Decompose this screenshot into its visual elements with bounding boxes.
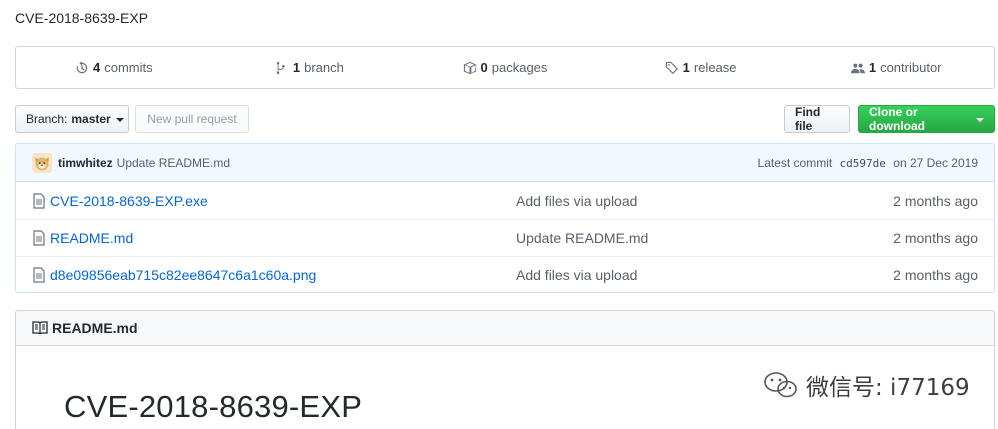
file-icon [33,267,45,283]
caret-down-icon [115,118,124,122]
file-age: 2 months ago [893,267,978,283]
commit-message-link[interactable]: Update README.md [117,156,230,170]
file-name-link[interactable]: d8e09856eab715c82ee8647c6a1c60a.png [50,267,516,283]
readme-title: CVE-2018-8639-EXP [64,389,363,424]
packages-label: packages [491,60,548,75]
readme-filename: README.md [52,320,138,336]
file-age: 2 months ago [893,230,978,246]
branch-name: master [71,112,111,126]
file-icon [33,230,45,246]
table-row: CVE-2018-8639-EXP.exe Add files via uplo… [16,182,994,219]
branches-link[interactable]: 1 branch [212,47,408,88]
releases-count: 1 [682,60,690,75]
tag-icon [665,61,678,74]
commits-link[interactable]: 4 commits [16,47,212,88]
branches-label: branch [304,60,344,75]
releases-link[interactable]: 1 release [603,47,799,88]
branch-icon [276,61,285,74]
book-icon [32,321,48,335]
dog-avatar-icon [35,156,49,170]
file-commit-message-link[interactable]: Add files via upload [516,193,637,209]
contributors-label: contributor [880,60,942,75]
watermark-text: 微信号: i77169 [806,375,970,401]
file-commit-message-link[interactable]: Update README.md [516,230,648,246]
commit-author-link[interactable]: timwhitez [58,156,113,170]
table-row: README.md Update README.md 2 months ago [16,219,994,256]
find-file-button[interactable]: Find file [784,105,850,133]
table-row: d8e09856eab715c82ee8647c6a1c60a.png Add … [16,256,994,292]
readme-header: README.md [16,311,994,346]
file-navigation: Branch: master New pull request Find fil… [15,105,995,133]
contributors-count: 1 [868,60,877,75]
repo-description: CVE-2018-8639-EXP [15,10,149,26]
packages-link[interactable]: 0 packages [407,47,603,88]
avatar[interactable] [32,152,52,173]
clone-label: Clone or download [869,105,925,133]
branches-count: 1 [292,60,301,75]
new-pull-request-button[interactable]: New pull request [135,105,249,133]
latest-commit-prefix: Latest commit [757,155,833,170]
branch-select-button[interactable]: Branch: master [15,105,129,133]
latest-commit-info: Latest commit cd597de on 27 Dec 2019 [758,156,978,170]
commits-count: 4 [92,60,101,75]
commit-date: on 27 Dec 2019 [893,155,978,170]
commits-label: commits [104,60,153,75]
contributors-link[interactable]: 1 contributor [798,47,994,88]
caret-down-icon [976,118,984,122]
wechat-watermark: 微信号: i77169 [762,368,970,402]
commit-sha-link[interactable]: cd597de [840,157,886,170]
repo-stats-bar: 4 commits 1 branch 0 packages 1 release … [15,46,995,89]
file-list: timwhitez Update README.md Latest commit… [15,143,995,293]
latest-commit-bar: timwhitez Update README.md Latest commit… [16,144,994,182]
packages-count: 0 [480,60,488,75]
people-icon [850,63,865,73]
file-icon [33,192,45,209]
file-name-link[interactable]: README.md [50,230,516,246]
wechat-icon [764,372,797,398]
clone-download-button[interactable]: Clone or download [858,105,995,133]
file-commit-message-link[interactable]: Add files via upload [516,267,637,283]
branch-prefix: Branch: [26,112,68,126]
file-age: 2 months ago [893,192,978,209]
history-icon [76,60,88,73]
package-icon [463,61,476,74]
file-name-link[interactable]: CVE-2018-8639-EXP.exe [50,193,516,209]
releases-label: release [693,60,737,75]
